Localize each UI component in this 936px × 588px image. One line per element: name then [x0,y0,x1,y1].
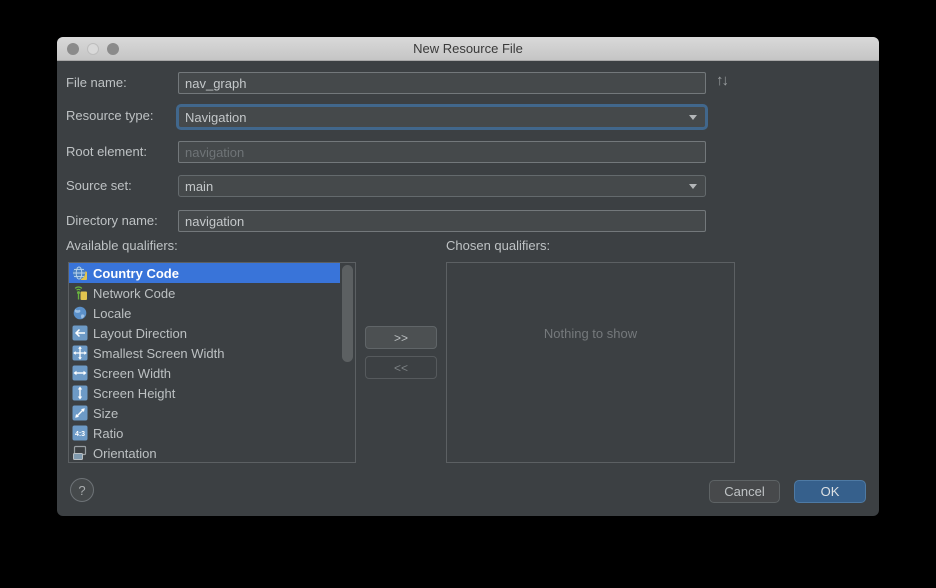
list-item-screen-width[interactable]: Screen Width [69,363,340,383]
move-left-button[interactable]: << [365,356,437,379]
chevron-down-icon [689,184,697,189]
list-item-label: Network Code [93,285,176,301]
source-set-label: Source set: [66,178,132,193]
country-code-icon [72,265,88,281]
cancel-button[interactable]: Cancel [709,480,780,503]
list-item-layout-direction[interactable]: Layout Direction [69,323,340,343]
zoom-window-icon[interactable] [107,43,119,55]
traffic-lights [67,43,119,55]
directory-name-label: Directory name: [66,213,158,228]
directory-name-input[interactable] [178,210,706,232]
list-item-label: Locale [93,305,132,321]
root-element-input[interactable] [178,141,706,163]
list-item-label: Size [93,405,119,421]
list-item-label: Layout Direction [93,325,187,341]
list-item-network-code[interactable]: Network Code [69,283,340,303]
network-code-icon [72,285,88,301]
list-item-country-code[interactable]: Country Code [69,263,340,283]
new-resource-file-dialog: New Resource File File name: Resource ty… [57,37,879,516]
source-set-value: main [185,178,214,194]
list-item-orientation[interactable]: Orientation [69,443,340,462]
locale-icon [72,305,88,321]
title-bar[interactable]: New Resource File [57,37,879,61]
list-item-label: Ratio [93,425,124,441]
size-icon [72,405,88,421]
list-item-smallest-screen-width[interactable]: Smallest Screen Width [69,343,340,363]
list-item-screen-height[interactable]: Screen Height [69,383,340,403]
list-item-size[interactable]: Size [69,403,340,423]
root-element-label: Root element: [66,144,147,159]
resource-type-value: Navigation [185,109,247,125]
smallest-screen-width-icon [72,345,88,361]
chosen-qualifiers-panel[interactable]: Nothing to show [446,262,735,463]
resource-type-label: Resource type: [66,108,154,123]
layout-direction-icon [72,325,88,341]
list-item-label: Screen Width [93,365,172,381]
list-item-label: Screen Height [93,385,176,401]
orientation-icon [72,445,88,461]
list-item-label: Orientation [93,445,157,461]
ratio-icon: 4:3 [72,425,88,441]
help-button[interactable]: ? [70,478,94,502]
desktop-background: New Resource File File name: Resource ty… [0,0,936,588]
minimize-window-icon[interactable] [87,43,99,55]
file-name-label: File name: [66,75,127,90]
close-window-icon[interactable] [67,43,79,55]
move-right-button[interactable]: >> [365,326,437,349]
chevron-down-icon [689,115,697,120]
list-item-label: Smallest Screen Width [93,345,225,361]
list-item-locale[interactable]: Locale [69,303,340,323]
source-set-dropdown[interactable]: main [178,175,706,197]
list-item-label: Country Code [93,265,179,281]
screen-width-icon [72,365,88,381]
resource-type-dropdown[interactable]: Navigation [178,106,706,128]
sort-arrows-icon[interactable] [716,72,727,89]
empty-state-text: Nothing to show [543,326,638,341]
chosen-qualifiers-label: Chosen qualifiers: [446,238,551,253]
svg-text:4:3: 4:3 [75,431,85,438]
available-qualifiers-label: Available qualifiers: [66,238,178,253]
list-item-ratio[interactable]: 4:3 Ratio [69,423,340,443]
ok-button[interactable]: OK [794,480,866,503]
file-name-input[interactable] [178,72,706,94]
list-scrollbar[interactable] [342,265,353,362]
window-title: New Resource File [413,41,523,56]
screen-height-icon [72,385,88,401]
available-qualifiers-list[interactable]: Country Code Network Code Locale Layout … [68,262,356,463]
